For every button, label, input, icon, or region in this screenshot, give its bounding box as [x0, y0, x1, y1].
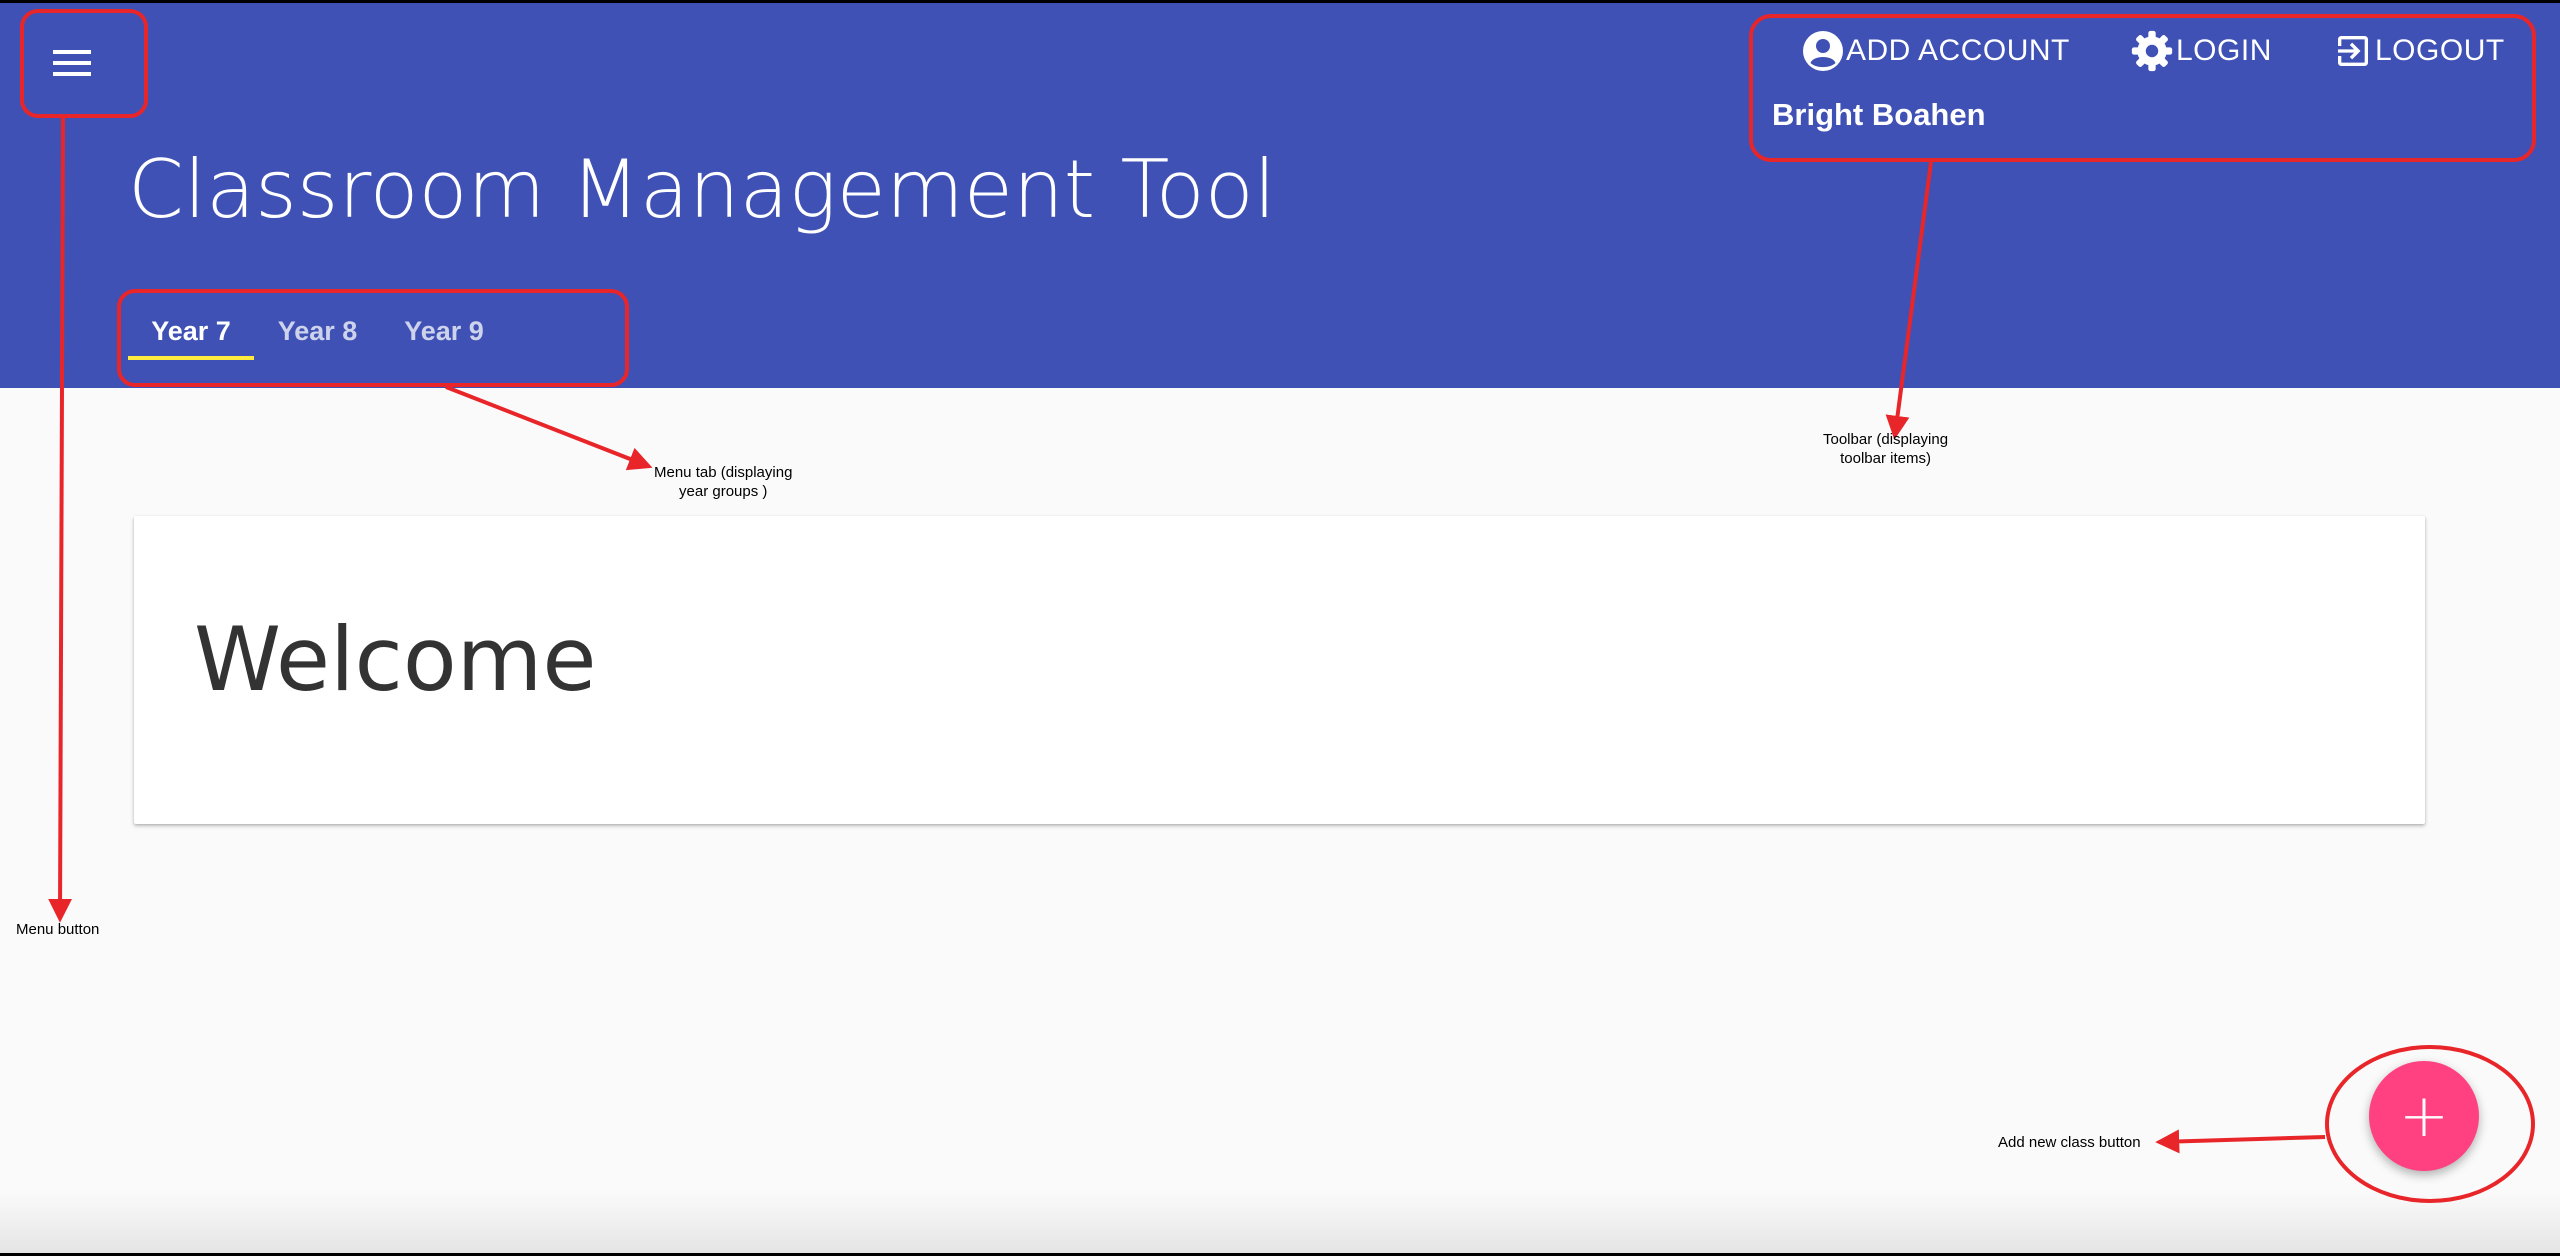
menu-button-highlight — [20, 9, 148, 118]
menu-button-annotation: Menu button — [16, 921, 100, 938]
toolbar-highlight — [1749, 14, 2536, 162]
annotation-line: year groups ) — [679, 483, 768, 500]
annotation-line: toolbar items) — [1840, 450, 1931, 467]
toolbar-annotation: Toolbar (displaying toolbar items) — [1823, 430, 1948, 468]
fab-arrow — [2155, 1129, 2326, 1154]
fab-highlight — [2325, 1045, 2535, 1203]
annotation-line: Toolbar (displaying — [1823, 431, 1949, 448]
menu-tab-annotation: Menu tab (displaying year groups ) — [654, 463, 792, 501]
welcome-heading: Welcome — [194, 608, 597, 711]
welcome-card: Welcome — [134, 516, 2425, 824]
bottom-shadow — [0, 1193, 2560, 1253]
annotation-line: Menu tab (displaying — [654, 464, 793, 481]
tabs-highlight — [117, 289, 629, 387]
app-window: Classroom Management Tool Year 7 Year 8 … — [0, 3, 2560, 1253]
tabs-arrow — [445, 385, 653, 471]
add-class-annotation: Add new class button — [1998, 1134, 2141, 1151]
page-title: Classroom Management Tool — [128, 143, 1276, 236]
